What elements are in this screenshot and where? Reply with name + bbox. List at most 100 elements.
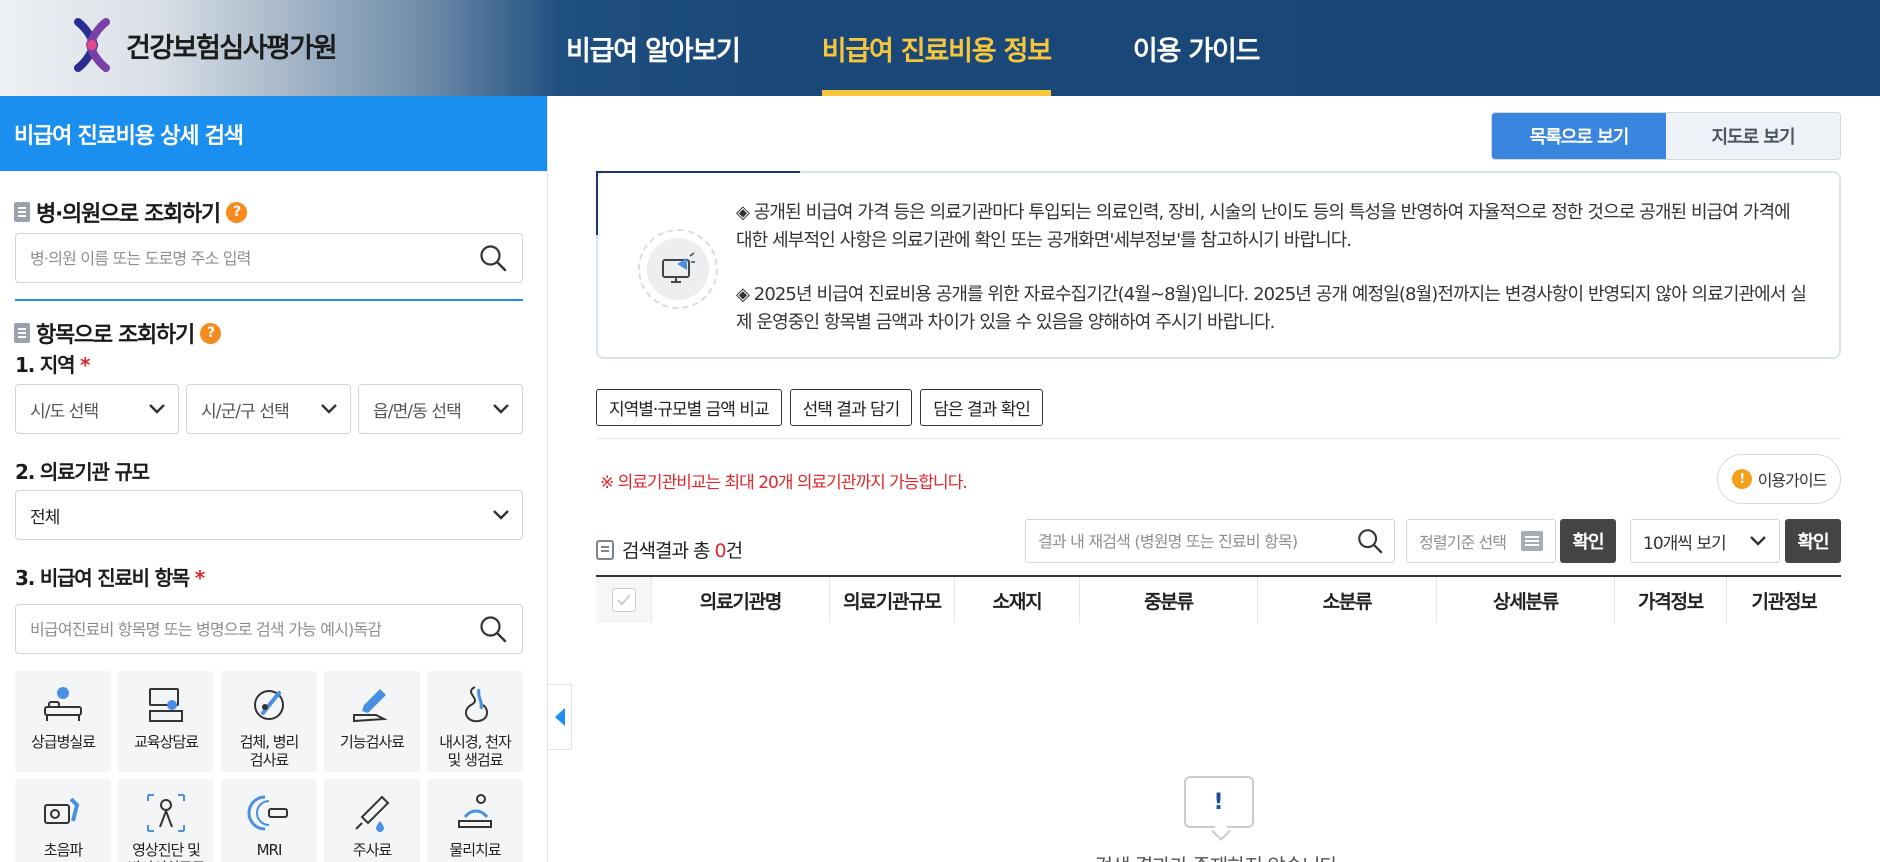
- tile-ultrasound[interactable]: 초음파: [15, 779, 111, 862]
- user-guide-label: 이용가이드: [1757, 471, 1828, 490]
- site-logo[interactable]: 건강보험심사평가원: [72, 18, 338, 72]
- item-label-text: 3. 비급여 진료비 항목: [15, 566, 190, 590]
- hospital-search-box: [15, 233, 523, 283]
- nav-nonbenefit-cost-info[interactable]: 비급여 진료비용 정보: [821, 0, 1052, 96]
- tile-consultation[interactable]: 교육상담료: [118, 671, 214, 772]
- tile-label: 상급병실료: [30, 733, 96, 751]
- logo-text: 건강보험심사평가원: [126, 32, 338, 64]
- column-header[interactable]: 의료기관명: [652, 577, 830, 623]
- compare-region-scale-button[interactable]: 지역별·규모별 금액 비교: [596, 389, 782, 426]
- result-suffix: 건: [725, 540, 744, 562]
- column-header[interactable]: 중분류: [1080, 577, 1258, 623]
- item-search-heading-text: 항목으로 조회하기: [36, 323, 195, 348]
- tile-physical-therapy[interactable]: 물리치료: [427, 779, 523, 862]
- sigungu-select[interactable]: 시/군/구 선택: [186, 384, 351, 434]
- result-search-input[interactable]: [1038, 531, 1356, 551]
- map-view-button[interactable]: 지도로 보기: [1666, 113, 1840, 159]
- tile-label: MRI: [256, 841, 283, 859]
- sort-select-placeholder: 정렬기준 선택: [1419, 533, 1507, 552]
- column-header[interactable]: 소재지: [955, 577, 1080, 623]
- sigungu-select-value: 시/군/구 선택: [201, 401, 290, 422]
- tile-room-fee[interactable]: 상급병실료: [15, 671, 111, 772]
- sidebar-title: 비급여 진료비용 상세 검색: [0, 96, 547, 171]
- column-header[interactable]: 의료기관규모: [830, 577, 955, 623]
- region-label-text: 1. 지역: [15, 353, 75, 377]
- tile-label: 기능검사료: [339, 733, 405, 751]
- tile-label: 주사료: [352, 841, 392, 859]
- ultrasound-icon: [44, 797, 80, 824]
- item-search-heading: 항목으로 조회하기 ?: [14, 317, 221, 349]
- consultation-icon: [149, 688, 183, 722]
- tile-injection[interactable]: 주사료: [324, 779, 420, 862]
- notice-paragraph: ◈ 공개된 비급여 가격 등은 의료기관마다 투입되는 의료인력, 장비, 시술…: [736, 202, 1791, 251]
- required-mark: *: [194, 566, 206, 590]
- xray-icon: [147, 794, 185, 832]
- notice-paragraph: ◈ 2025년 비급여 진료비용 공개를 위한 자료수집기간(4월~8월)입니다…: [736, 284, 1807, 333]
- result-count-text: 검색결과 총 0건: [622, 536, 744, 563]
- per-page-select[interactable]: 10개씩 보기: [1630, 519, 1780, 563]
- physical-therapy-icon: [458, 794, 492, 828]
- notice-icon-bg: [647, 238, 709, 300]
- tile-imaging[interactable]: 영상진단 및 방사선치료료: [118, 779, 214, 862]
- function-test-icon: [353, 689, 388, 723]
- tile-specimen-test[interactable]: 검체, 병리 검사료: [221, 671, 317, 772]
- tile-mri[interactable]: MRI: [221, 779, 317, 862]
- help-icon[interactable]: ?: [225, 201, 247, 223]
- required-mark: *: [80, 353, 91, 377]
- tile-label: 교육상담료: [133, 733, 199, 751]
- specimen-test-icon: [254, 690, 284, 720]
- empty-state-text: 검색 결과가 존재하지 않습니다.: [1095, 850, 1344, 862]
- empty-state: ! 검색 결과가 존재하지 않습니다.: [596, 776, 1841, 862]
- tile-label: 검체, 병리 검사료: [239, 733, 300, 769]
- result-table-header: 의료기관명 의료기관규모 소재지 중분류 소분류 상세분류 가격정보 기관정보: [596, 575, 1841, 623]
- bed-icon: [44, 687, 82, 721]
- section-divider: [15, 299, 523, 301]
- building-icon: [14, 202, 30, 222]
- nav-user-guide[interactable]: 이용 가이드: [1133, 0, 1261, 96]
- search-sidebar: 비급여 진료비용 상세 검색 병·의원으로 조회하기 ? 항목으로 조회하기 ?…: [0, 96, 548, 862]
- main-navigation: 비급여 알아보기 비급여 진료비용 정보 이용 가이드: [566, 0, 1341, 96]
- result-search-box: [1025, 519, 1395, 563]
- syringe-icon: [355, 795, 390, 832]
- column-header[interactable]: 소분류: [1258, 577, 1437, 623]
- view-saved-results-button[interactable]: 담은 결과 확인: [920, 389, 1043, 426]
- monitor-announcement-icon: [662, 252, 695, 283]
- mri-icon: [247, 795, 288, 831]
- per-page-confirm-button[interactable]: 확인: [1785, 519, 1841, 563]
- list-icon: [1521, 531, 1543, 551]
- sort-confirm-button[interactable]: 확인: [1560, 519, 1616, 563]
- endoscope-icon: [464, 686, 489, 723]
- chevron-down-icon: [149, 404, 165, 414]
- eupmyeondong-select-value: 읍/면/동 선택: [373, 401, 462, 422]
- search-icon[interactable]: [1356, 527, 1384, 555]
- notice-icon-ring: [638, 229, 718, 309]
- list-view-button[interactable]: 목록으로 보기: [1492, 113, 1666, 159]
- hospital-search-input[interactable]: [30, 248, 478, 268]
- column-header[interactable]: 기관정보: [1727, 577, 1841, 623]
- sido-select[interactable]: 시/도 선택: [15, 384, 179, 434]
- exclamation-icon: !: [1731, 469, 1752, 489]
- nav-nonbenefit-learn[interactable]: 비급여 알아보기: [566, 0, 741, 96]
- eupmyeondong-select[interactable]: 읍/면/동 선택: [358, 384, 523, 434]
- sort-select[interactable]: 정렬기준 선택: [1406, 519, 1556, 563]
- tile-function-test[interactable]: 기능검사료: [324, 671, 420, 772]
- tile-endoscopy[interactable]: 내시경, 천자 및 생검료: [427, 671, 523, 772]
- item-search-input[interactable]: [30, 619, 478, 639]
- column-header[interactable]: 상세분류: [1437, 577, 1615, 623]
- chevron-down-icon: [321, 404, 337, 414]
- view-toggle: 목록으로 보기 지도로 보기: [1491, 112, 1841, 160]
- scale-select[interactable]: 전체: [15, 490, 523, 540]
- region-label: 1. 지역 *: [15, 349, 91, 378]
- search-icon[interactable]: [478, 243, 508, 273]
- help-icon[interactable]: ?: [199, 322, 221, 344]
- select-all-checkbox[interactable]: [611, 588, 636, 612]
- chevron-down-icon: [493, 510, 509, 520]
- hospital-search-heading-text: 병·의원으로 조회하기: [36, 202, 221, 227]
- add-selected-results-button[interactable]: 선택 결과 담기: [789, 389, 913, 426]
- search-icon[interactable]: [478, 614, 508, 644]
- user-guide-button[interactable]: ! 이용가이드: [1717, 454, 1841, 504]
- sido-select-value: 시/도 선택: [30, 401, 99, 422]
- column-header[interactable]: 가격정보: [1615, 577, 1727, 623]
- tile-label: 내시경, 천자 및 생검료: [439, 733, 512, 769]
- site-header: 건강보험심사평가원 비급여 알아보기 비급여 진료비용 정보 이용 가이드: [0, 0, 1880, 96]
